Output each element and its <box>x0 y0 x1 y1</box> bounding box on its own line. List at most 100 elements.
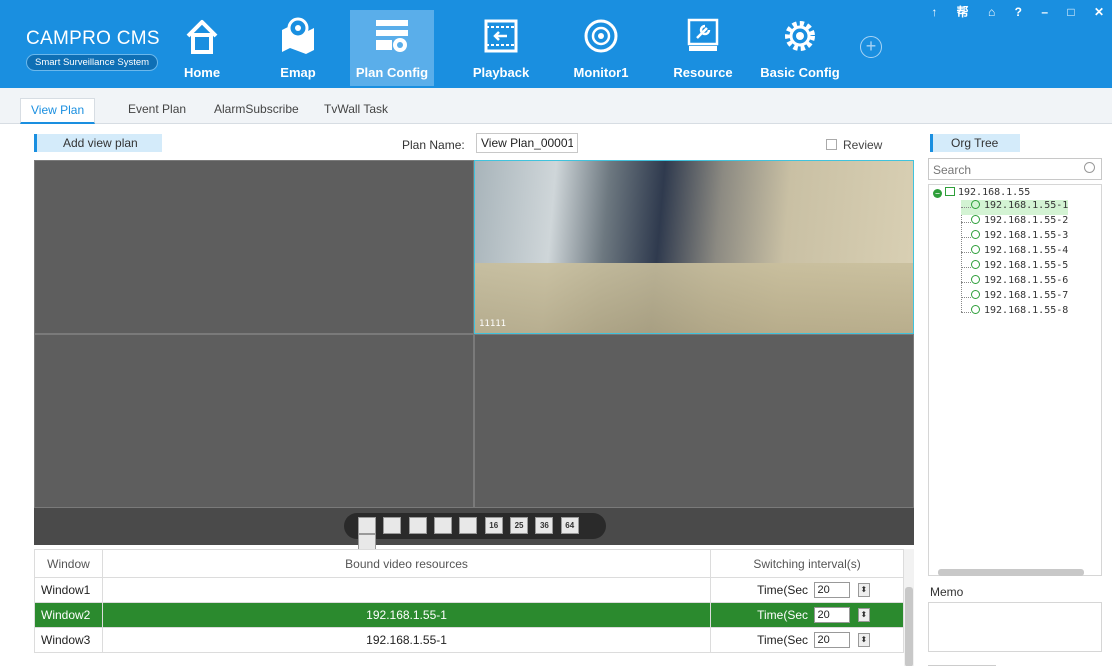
tree-channel-item[interactable]: 192.168.1.55-4 <box>961 245 1068 260</box>
scrollbar-thumb[interactable] <box>905 587 913 666</box>
scrollbar-thumb[interactable] <box>938 569 1084 576</box>
tree-hscrollbar[interactable] <box>930 568 1102 577</box>
camera-icon <box>971 260 980 269</box>
tab-view-plan[interactable]: View Plan <box>20 98 96 124</box>
interval-label: Time(Sec <box>757 608 809 622</box>
nav-plan-config-label: Plan Config <box>355 65 429 80</box>
table-row[interactable]: Window3 192.168.1.55-1 Time(Sec 20 ⬍ <box>34 627 904 653</box>
layout-toolbar: 16 25 36 64 <box>34 508 914 551</box>
window-cell: Window1 <box>34 577 103 603</box>
tree-connector <box>961 237 971 238</box>
review-checkbox[interactable]: Review <box>826 138 882 152</box>
tree-channel-item[interactable]: 192.168.1.55-7 <box>961 290 1068 305</box>
tree-channel-item[interactable]: 192.168.1.55-3 <box>961 230 1068 245</box>
interval-input[interactable]: 20 <box>814 632 851 648</box>
map-pin-icon <box>282 17 314 54</box>
video-window-2[interactable]: 11111 <box>474 160 914 334</box>
tab-bar: View Plan Event Plan AlarmSubscribe TvWa… <box>0 88 1112 124</box>
plan-name-input[interactable] <box>476 133 578 153</box>
interval-input[interactable]: 20 <box>814 582 851 598</box>
tab-alarm-subscribe[interactable]: AlarmSubscribe <box>214 102 299 116</box>
camera-icon <box>971 290 980 299</box>
interval-cell: Time(Sec 20 ⬍ <box>710 627 904 653</box>
spinner-icon[interactable]: ⬍ <box>857 608 870 622</box>
resource-cell: 192.168.1.55-1 <box>101 602 712 628</box>
resource-cell: 192.168.1.55-1 <box>101 627 712 653</box>
search-icon[interactable] <box>1084 162 1095 173</box>
nav-basic-config[interactable]: Basic Config <box>760 10 840 86</box>
tree-channel-label: 192.168.1.55-8 <box>984 305 1069 316</box>
tree-connector <box>961 252 971 253</box>
memo-textarea[interactable] <box>928 602 1102 652</box>
collapse-icon[interactable]: − <box>933 189 942 198</box>
gear-icon <box>785 21 815 51</box>
plan-name-label: Plan Name: <box>402 138 465 152</box>
nav-home[interactable]: Home <box>172 10 232 86</box>
help-doc-icon[interactable]: 帮 <box>957 3 969 20</box>
search-input[interactable]: Search <box>933 163 971 177</box>
tree-connector <box>961 282 971 283</box>
add-module-button[interactable]: + <box>860 36 882 58</box>
layout-6-button[interactable] <box>408 517 427 534</box>
nav-resource[interactable]: Resource <box>668 10 738 86</box>
add-view-plan-button[interactable]: Add view plan <box>34 134 162 152</box>
tree-channel-item[interactable]: 192.168.1.55-5 <box>961 260 1068 275</box>
nav-monitor[interactable]: Monitor1 <box>566 10 636 86</box>
layout-selector: 16 25 36 64 <box>344 513 606 551</box>
minimize-icon[interactable]: – <box>1041 5 1048 19</box>
org-tree-button[interactable]: Org Tree <box>930 134 1020 152</box>
table-row[interactable]: Window1 Time(Sec 20 ⬍ <box>34 577 904 603</box>
monitor-icon <box>584 19 618 53</box>
checkbox-icon[interactable] <box>826 139 837 150</box>
tree-connector <box>961 207 971 208</box>
video-window-1[interactable] <box>34 160 474 334</box>
tree-channel-label: 192.168.1.55-4 <box>984 245 1069 256</box>
tree-channel-item[interactable]: 192.168.1.55-2 <box>961 215 1068 230</box>
table-row-selected[interactable]: Window2 192.168.1.55-1 Time(Sec 20 ⬍ <box>34 602 904 628</box>
lock-icon[interactable]: ⌂ <box>988 5 995 19</box>
tree-channel-label: 192.168.1.55-6 <box>984 275 1069 286</box>
col-window: Window <box>34 549 103 578</box>
video-window-3[interactable] <box>34 334 474 508</box>
help-icon[interactable]: ? <box>1015 5 1022 19</box>
tab-tvwall-task[interactable]: TvWall Task <box>324 102 388 116</box>
layout-16-button[interactable]: 16 <box>484 517 503 534</box>
interval-label: Time(Sec <box>757 583 809 597</box>
playback-icon <box>484 19 518 53</box>
table-scrollbar[interactable] <box>904 549 914 666</box>
video-window-4[interactable] <box>474 334 914 508</box>
tree-channel-item[interactable]: 192.168.1.55-8 <box>961 305 1068 320</box>
home-icon <box>186 20 218 54</box>
tree-channel-item[interactable]: 192.168.1.55-1 <box>961 200 1069 215</box>
layout-64-button[interactable]: 64 <box>560 517 579 534</box>
layout-4-button[interactable] <box>383 517 402 534</box>
layout-1-button[interactable] <box>358 517 376 534</box>
video-osd-text: 11111 <box>479 319 507 329</box>
tree-root-node[interactable]: − 192.168.1.55 <box>933 187 1030 198</box>
nav-plan-config[interactable]: Plan Config <box>350 10 434 86</box>
layout-9-button[interactable] <box>459 517 478 534</box>
camera-icon <box>971 245 980 254</box>
maximize-icon[interactable]: □ <box>1067 5 1074 19</box>
close-icon[interactable]: ✕ <box>1094 5 1104 19</box>
layout-8-button[interactable] <box>434 517 453 534</box>
tree-channel-item[interactable]: 192.168.1.55-6 <box>961 275 1068 290</box>
window-cell: Window2 <box>34 602 103 628</box>
org-search-box[interactable]: Search <box>928 158 1102 180</box>
nav-emap[interactable]: Emap <box>268 10 328 86</box>
review-label: Review <box>843 138 883 152</box>
tree-channel-label: 192.168.1.55-3 <box>984 230 1069 241</box>
interval-input[interactable]: 20 <box>814 607 851 623</box>
layout-25-button[interactable]: 25 <box>510 517 529 534</box>
layout-36-button[interactable]: 36 <box>535 517 554 534</box>
plan-config-icon <box>376 20 408 52</box>
spinner-icon[interactable]: ⬍ <box>857 633 870 647</box>
col-switching-interval: Switching interval(s) <box>710 549 904 578</box>
nav-playback[interactable]: Playback <box>466 10 536 86</box>
pin-icon[interactable]: ↑ <box>931 5 937 19</box>
tab-event-plan[interactable]: Event Plan <box>128 102 186 116</box>
nav-emap-label: Emap <box>280 65 316 80</box>
camera-icon <box>971 230 980 239</box>
tree-connector <box>961 312 971 313</box>
spinner-icon[interactable]: ⬍ <box>857 583 870 597</box>
